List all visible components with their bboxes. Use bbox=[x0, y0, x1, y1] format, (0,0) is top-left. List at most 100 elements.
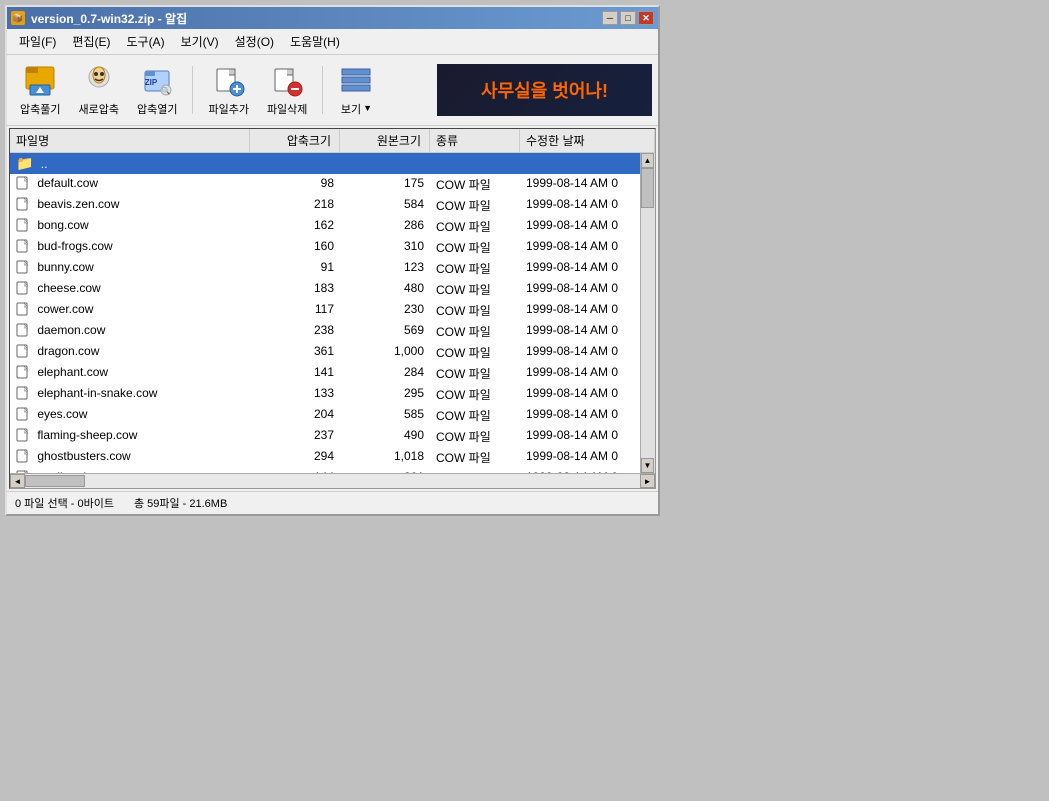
col-compressed[interactable]: 압축크기 bbox=[250, 129, 340, 152]
extract-button[interactable]: 압축풀기 bbox=[13, 59, 67, 121]
cell-date: 1999-08-14 AM 0 bbox=[520, 426, 655, 447]
col-date[interactable]: 수정한 날짜 bbox=[520, 129, 655, 152]
scroll-down-btn[interactable]: ▼ bbox=[641, 458, 654, 473]
cell-filename: flaming-sheep.cow bbox=[10, 426, 250, 447]
list-item[interactable]: default.cow 98 175 COW 파일 1999-08-14 AM … bbox=[10, 174, 655, 195]
cell-type: COW 파일 bbox=[430, 195, 520, 216]
cell-original: 310 bbox=[340, 237, 430, 258]
cell-filename: elephant-in-snake.cow bbox=[10, 384, 250, 405]
menu-tools[interactable]: 도구(A) bbox=[118, 31, 172, 52]
cell-type: COW 파일 bbox=[430, 258, 520, 279]
list-item[interactable]: cower.cow 117 230 COW 파일 1999-08-14 AM 0 bbox=[10, 300, 655, 321]
scroll-h-track bbox=[25, 474, 640, 488]
compress-button[interactable]: 새로압축 bbox=[71, 59, 125, 121]
open-compress-button[interactable]: ZIP 🔍 압축열기 bbox=[130, 59, 184, 121]
scroll-left-btn[interactable]: ◄ bbox=[10, 474, 25, 488]
cell-filename: eyes.cow bbox=[10, 405, 250, 426]
delete-file-button[interactable]: 파일삭제 bbox=[260, 59, 314, 121]
cell-type: COW 파일 bbox=[430, 321, 520, 342]
delete-file-label: 파일삭제 bbox=[267, 101, 307, 117]
svg-text:ZIP: ZIP bbox=[145, 78, 158, 87]
col-type[interactable]: 종류 bbox=[430, 129, 520, 152]
maximize-button[interactable]: □ bbox=[620, 11, 636, 25]
cell-type: COW 파일 bbox=[430, 447, 520, 468]
menu-edit[interactable]: 편집(E) bbox=[64, 31, 118, 52]
list-item[interactable]: elephant.cow 141 284 COW 파일 1999-08-14 A… bbox=[10, 363, 655, 384]
menu-view[interactable]: 보기(V) bbox=[173, 31, 227, 52]
list-item[interactable]: beavis.zen.cow 218 584 COW 파일 1999-08-14… bbox=[10, 195, 655, 216]
compress-label: 새로압축 bbox=[78, 101, 118, 117]
cell-type: COW 파일 bbox=[430, 384, 520, 405]
add-file-button[interactable]: 파일추가 bbox=[201, 59, 255, 121]
scroll-right-btn[interactable]: ► bbox=[640, 474, 655, 488]
cell-parent-name: 📁 .. bbox=[10, 153, 250, 174]
extract-label: 압축풀기 bbox=[20, 101, 60, 117]
cell-date: 1999-08-14 AM 0 bbox=[520, 405, 655, 426]
status-total: 총 59파일 - 21.6MB bbox=[134, 495, 227, 511]
close-button[interactable]: ✕ bbox=[638, 11, 654, 25]
file-rows-container: default.cow 98 175 COW 파일 1999-08-14 AM … bbox=[10, 174, 655, 473]
scroll-thumb[interactable] bbox=[641, 168, 654, 208]
list-item[interactable]: flaming-sheep.cow 237 490 COW 파일 1999-08… bbox=[10, 426, 655, 447]
cell-date: 1999-08-14 AM 0 bbox=[520, 363, 655, 384]
title-bar: 📦 version_0.7-win32.zip - 알집 ─ □ ✕ bbox=[7, 7, 658, 29]
menu-file[interactable]: 파일(F) bbox=[11, 31, 64, 52]
list-header: 파일명 압축크기 원본크기 종류 수정한 날짜 bbox=[10, 129, 655, 153]
list-body[interactable]: 📁 .. default.cow 98 175 COW 파일 1999- bbox=[10, 153, 655, 473]
title-controls: ─ □ ✕ bbox=[602, 11, 654, 25]
delete-file-icon bbox=[269, 63, 305, 99]
list-item[interactable]: bud-frogs.cow 160 310 COW 파일 1999-08-14 … bbox=[10, 237, 655, 258]
cell-filename: cower.cow bbox=[10, 300, 250, 321]
list-item[interactable]: bong.cow 162 286 COW 파일 1999-08-14 AM 0 bbox=[10, 216, 655, 237]
menu-help[interactable]: 도움말(H) bbox=[282, 31, 348, 52]
cell-original: 295 bbox=[340, 384, 430, 405]
minimize-button[interactable]: ─ bbox=[602, 11, 618, 25]
cell-type: COW 파일 bbox=[430, 237, 520, 258]
scroll-h-thumb[interactable] bbox=[25, 475, 85, 487]
col-filename[interactable]: 파일명 bbox=[10, 129, 250, 152]
cell-original: 201 bbox=[340, 468, 430, 473]
cell-date: 1999-08-14 AM 0 bbox=[520, 468, 655, 473]
open-compress-label: 압축열기 bbox=[137, 101, 177, 117]
cell-compressed: 294 bbox=[250, 447, 340, 468]
cell-type: COW 파일 bbox=[430, 300, 520, 321]
view-button[interactable]: 보기 ▼ bbox=[331, 59, 381, 121]
cell-original: 584 bbox=[340, 195, 430, 216]
list-item[interactable]: ghostbusters.cow 294 1,018 COW 파일 1999-0… bbox=[10, 447, 655, 468]
scroll-up-btn[interactable]: ▲ bbox=[641, 153, 654, 168]
cell-compressed: 98 bbox=[250, 174, 340, 195]
cell-date: 1999-08-14 AM 0 bbox=[520, 195, 655, 216]
cell-compressed: 117 bbox=[250, 300, 340, 321]
cell-date: 1999-08-14 AM 0 bbox=[520, 216, 655, 237]
list-item[interactable]: daemon.cow 238 569 COW 파일 1999-08-14 AM … bbox=[10, 321, 655, 342]
toolbar-separator-2 bbox=[322, 66, 323, 114]
cell-original: 230 bbox=[340, 300, 430, 321]
open-compress-icon: ZIP 🔍 bbox=[139, 63, 175, 99]
list-item[interactable]: mutilated.cow 144 201 COW 파일 1999-08-14 … bbox=[10, 468, 655, 473]
list-row-parent[interactable]: 📁 .. bbox=[10, 153, 655, 174]
scrollbar-vertical[interactable]: ▲ ▼ bbox=[640, 153, 655, 473]
cell-type: COW 파일 bbox=[430, 363, 520, 384]
list-item[interactable]: eyes.cow 204 585 COW 파일 1999-08-14 AM 0 bbox=[10, 405, 655, 426]
cell-filename: beavis.zen.cow bbox=[10, 195, 250, 216]
folder-up-icon: 📁 bbox=[16, 155, 33, 171]
cell-filename: daemon.cow bbox=[10, 321, 250, 342]
status-bar: 0 파일 선택 - 0바이트 총 59파일 - 21.6MB bbox=[7, 491, 658, 514]
ad-banner: 사무실을 벗어나! bbox=[437, 64, 652, 116]
cell-date: 1999-08-14 AM 0 bbox=[520, 258, 655, 279]
main-window: 📦 version_0.7-win32.zip - 알집 ─ □ ✕ 파일(F)… bbox=[5, 5, 660, 516]
scrollbar-horizontal[interactable]: ◄ ► bbox=[10, 473, 655, 488]
col-original[interactable]: 원본크기 bbox=[340, 129, 430, 152]
list-item[interactable]: cheese.cow 183 480 COW 파일 1999-08-14 AM … bbox=[10, 279, 655, 300]
cell-compressed: 238 bbox=[250, 321, 340, 342]
list-item[interactable]: dragon.cow 361 1,000 COW 파일 1999-08-14 A… bbox=[10, 342, 655, 363]
menu-settings[interactable]: 설정(O) bbox=[227, 31, 282, 52]
cell-original: 1,000 bbox=[340, 342, 430, 363]
cell-filename: bong.cow bbox=[10, 216, 250, 237]
cell-original: 123 bbox=[340, 258, 430, 279]
cell-compressed: 204 bbox=[250, 405, 340, 426]
list-item[interactable]: bunny.cow 91 123 COW 파일 1999-08-14 AM 0 bbox=[10, 258, 655, 279]
cell-compressed: 162 bbox=[250, 216, 340, 237]
list-item[interactable]: elephant-in-snake.cow 133 295 COW 파일 199… bbox=[10, 384, 655, 405]
cell-original: 569 bbox=[340, 321, 430, 342]
